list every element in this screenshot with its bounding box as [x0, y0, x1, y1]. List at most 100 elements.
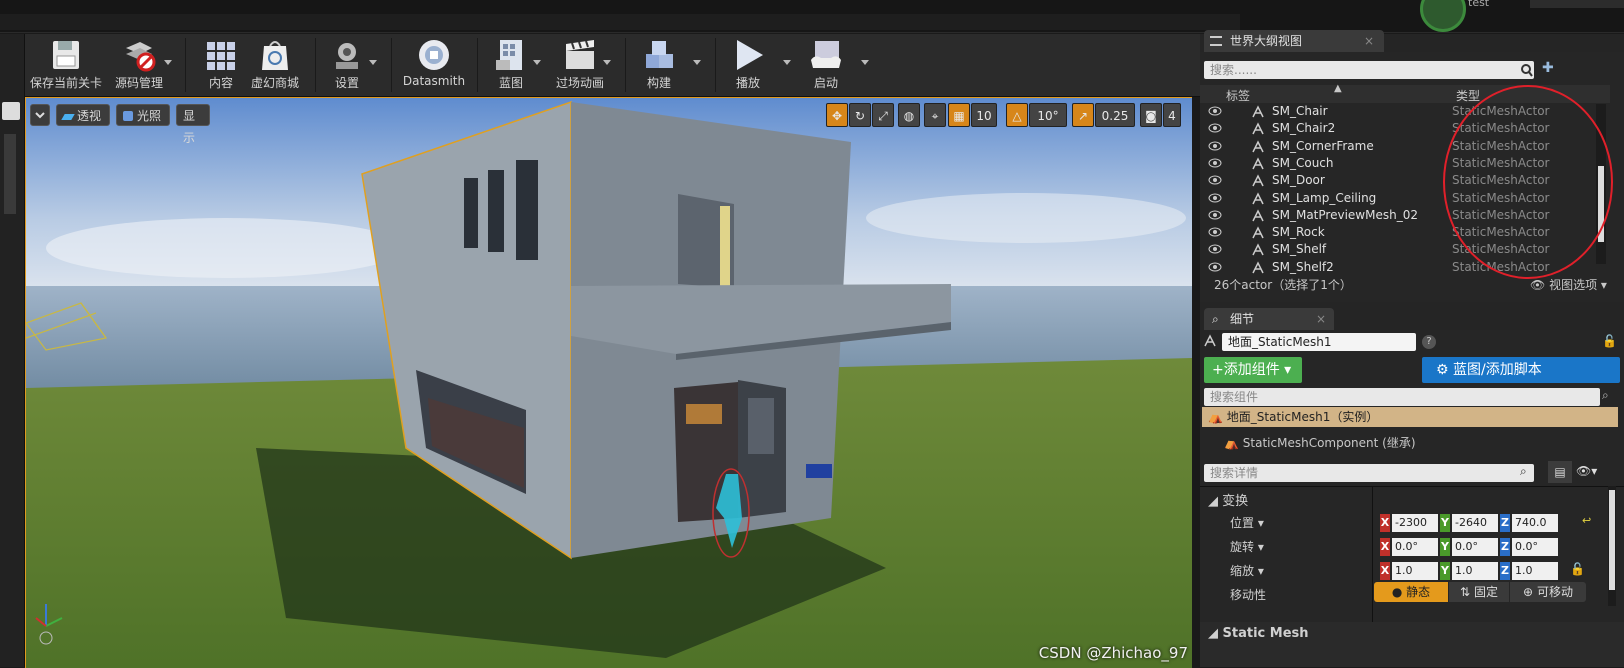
blueprint-dropdown-icon[interactable]: [533, 60, 541, 65]
play-button[interactable]: 播放: [725, 34, 771, 96]
grid-snap-value[interactable]: 10: [971, 103, 997, 127]
scale-z-field[interactable]: Z 1.0: [1500, 562, 1558, 580]
scrollbar[interactable]: [4, 134, 16, 214]
eye-icon[interactable]: [1208, 158, 1222, 168]
eye-icon[interactable]: [1208, 141, 1222, 151]
close-icon[interactable]: ×: [1364, 30, 1374, 52]
help-icon[interactable]: ?: [1422, 335, 1436, 349]
marketplace-button[interactable]: 虚幻商城: [249, 34, 301, 96]
eye-icon[interactable]: [1208, 210, 1222, 220]
title-bar: [0, 0, 1624, 33]
surface-snap-icon[interactable]: ⌖: [924, 103, 946, 127]
tab-details[interactable]: ⌕ 细节 ×: [1204, 308, 1334, 330]
blueprint-script-button[interactable]: ⚙ 蓝图/添加脚本: [1422, 357, 1620, 383]
column-label-header[interactable]: 标签: [1226, 87, 1250, 104]
lock-scale-icon[interactable]: 🔓: [1570, 562, 1585, 576]
location-y-field[interactable]: Y -2640: [1440, 514, 1498, 532]
scale-tool-icon[interactable]: ⤢: [872, 103, 894, 127]
eye-icon[interactable]: [1208, 193, 1222, 203]
details-scrollbar[interactable]: [1608, 486, 1616, 606]
rotation-snap-value[interactable]: 10°: [1029, 103, 1067, 127]
cinematics-button[interactable]: 过场动画: [549, 34, 611, 96]
settings-dropdown-icon[interactable]: [369, 60, 377, 65]
static-mesh-section-header[interactable]: ◢ Static Mesh: [1208, 626, 1309, 641]
location-x-field[interactable]: X -2300: [1380, 514, 1438, 532]
search-details-input[interactable]: 搜索详情: [1204, 464, 1534, 482]
static-mesh-component-row[interactable]: ⛺ StaticMeshComponent (继承): [1224, 434, 1416, 451]
scale-label[interactable]: 缩放 ▾: [1230, 562, 1264, 579]
rotation-snap-icon[interactable]: △: [1006, 103, 1028, 127]
rotation-x-field[interactable]: X 0.0°: [1380, 538, 1438, 556]
close-icon[interactable]: ×: [1316, 308, 1326, 330]
scale-snap-value[interactable]: 0.25: [1095, 103, 1135, 127]
add-actor-icon[interactable]: ✚: [1542, 60, 1560, 78]
mobility-movable-button[interactable]: ⊕ 可移动: [1510, 582, 1586, 602]
viewport-options-button[interactable]: [30, 104, 50, 126]
source-control-button[interactable]: 源码管理: [109, 34, 169, 96]
location-z-value[interactable]: 740.0: [1512, 514, 1558, 532]
view-options-button[interactable]: 👁 视图选项 ▾: [1530, 276, 1607, 293]
scale-x-value[interactable]: 1.0: [1392, 562, 1438, 580]
content-button[interactable]: 内容: [195, 34, 247, 96]
source-control-dropdown-icon[interactable]: [164, 60, 172, 65]
search-components-input[interactable]: 搜索组件: [1204, 388, 1600, 406]
level-viewport[interactable]: 透视 光照 显示 ✥ ↻ ⤢ ◍ ⌖ ▦ 10 △ 10° ↗ 0.25 ◙ 4…: [25, 97, 1192, 668]
grid-snap-icon[interactable]: ▦: [948, 103, 970, 127]
rotation-y-value[interactable]: 0.0°: [1452, 538, 1498, 556]
translate-tool-icon[interactable]: ✥: [826, 103, 848, 127]
build-button[interactable]: 构建: [637, 34, 681, 96]
rotation-z-value[interactable]: 0.0°: [1512, 538, 1558, 556]
play-dropdown-icon[interactable]: [783, 60, 791, 65]
save-level-button[interactable]: 保存当前关卡: [27, 34, 105, 96]
rotate-tool-icon[interactable]: ↻: [849, 103, 871, 127]
eye-icon[interactable]: [1208, 262, 1222, 272]
lock-icon[interactable]: 🔓: [1602, 334, 1617, 348]
eye-icon[interactable]: [1208, 123, 1222, 133]
lighting-mode-button[interactable]: 光照: [116, 104, 170, 126]
scale-x-field[interactable]: X 1.0: [1380, 562, 1438, 580]
save-level-label: 保存当前关卡: [29, 76, 102, 90]
location-x-value[interactable]: -2300: [1392, 514, 1438, 532]
launch-dropdown-icon[interactable]: [861, 60, 869, 65]
camera-speed-icon[interactable]: ◙: [1140, 103, 1162, 127]
launch-button[interactable]: 启动: [803, 34, 849, 96]
location-z-field[interactable]: Z 740.0: [1500, 514, 1558, 532]
eye-icon[interactable]: [1208, 227, 1222, 237]
add-component-button[interactable]: +添加组件 ▾: [1204, 357, 1302, 383]
rotation-y-field[interactable]: Y 0.0°: [1440, 538, 1498, 556]
scale-y-value[interactable]: 1.0: [1452, 562, 1498, 580]
actor-name-field[interactable]: 地面_StaticMesh1: [1222, 333, 1416, 351]
mobility-stationary-label: 固定: [1473, 585, 1498, 599]
eye-icon[interactable]: [1208, 244, 1222, 254]
search-icon[interactable]: [2, 102, 20, 120]
settings-button[interactable]: 设置: [325, 34, 369, 96]
rotation-label[interactable]: 旋转 ▾: [1230, 538, 1264, 555]
property-matrix-icon[interactable]: ▤: [1548, 461, 1572, 483]
rotation-x-value[interactable]: 0.0°: [1392, 538, 1438, 556]
blueprint-button[interactable]: 蓝图: [487, 34, 535, 96]
build-dropdown-icon[interactable]: [693, 60, 701, 65]
scale-y-field[interactable]: Y 1.0: [1440, 562, 1498, 580]
location-label[interactable]: 位置 ▾: [1230, 514, 1264, 531]
rotation-z-field[interactable]: Z 0.0°: [1500, 538, 1558, 556]
location-y-value[interactable]: -2640: [1452, 514, 1498, 532]
instance-component-row[interactable]: ⛺ 地面_StaticMesh1（实例）: [1202, 407, 1618, 427]
reset-to-default-icon[interactable]: ↩: [1582, 514, 1591, 527]
mobility-static-button[interactable]: ● 静态: [1374, 582, 1448, 602]
show-button[interactable]: 显示: [176, 104, 210, 145]
tab-world-outliner[interactable]: 世界大纲视图 ×: [1204, 30, 1384, 52]
visibility-filter-icon[interactable]: 👁▾: [1576, 464, 1597, 478]
mobility-stationary-button[interactable]: ⇅ 固定: [1449, 582, 1509, 602]
perspective-button[interactable]: 透视: [56, 104, 110, 126]
camera-speed-value[interactable]: 4: [1163, 103, 1181, 127]
transform-section-header[interactable]: ◢ 变换: [1208, 490, 1248, 509]
scene-render[interactable]: [26, 98, 1192, 668]
outliner-search-input[interactable]: 搜索......: [1204, 61, 1534, 79]
scale-z-value[interactable]: 1.0: [1512, 562, 1558, 580]
scale-snap-icon[interactable]: ↗: [1072, 103, 1094, 127]
eye-icon[interactable]: [1208, 175, 1222, 185]
world-space-icon[interactable]: ◍: [898, 103, 920, 127]
datasmith-button[interactable]: Datasmith: [401, 34, 467, 96]
eye-icon[interactable]: [1208, 106, 1222, 116]
cinematics-dropdown-icon[interactable]: [603, 60, 611, 65]
